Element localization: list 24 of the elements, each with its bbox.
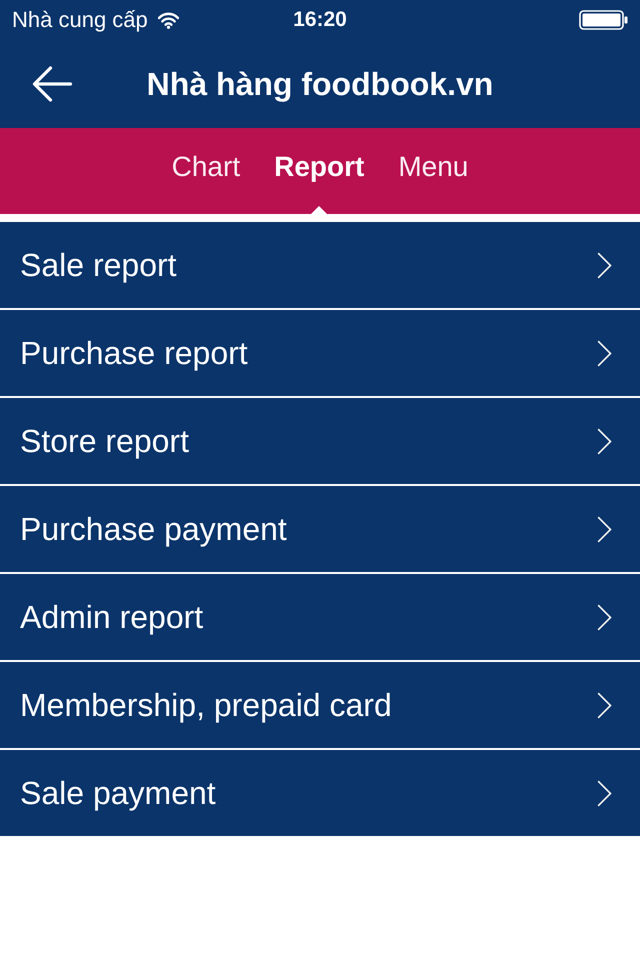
menu-row[interactable]: Sale report [0, 222, 640, 308]
carrier-name: Nhà cung cấp [12, 7, 148, 33]
battery-icon [579, 10, 628, 30]
chevron-right-icon [597, 428, 612, 454]
menu-row[interactable]: Admin report [0, 574, 640, 660]
tab[interactable]: Report [273, 128, 366, 214]
menu-row[interactable]: Store report [0, 398, 640, 484]
menu-row[interactable]: Sale payment [0, 750, 640, 836]
wifi-icon [158, 12, 179, 28]
selection-pointer-icon [311, 206, 328, 214]
back-arrow-icon [32, 66, 72, 102]
menu-row[interactable]: Purchase payment [0, 486, 640, 572]
page-title: Nhà hàng foodbook.vn [146, 66, 494, 102]
tab[interactable]: Chart [170, 128, 242, 214]
menu-row[interactable]: Purchase report [0, 310, 640, 396]
chevron-right-icon [597, 604, 612, 630]
chevron-right-icon [597, 780, 612, 806]
menu-row[interactable]: Membership, prepaid card [0, 662, 640, 748]
chevron-right-icon [597, 692, 612, 718]
status-time: 16:20 [293, 8, 347, 32]
chevron-right-icon [597, 252, 612, 278]
tab[interactable]: Menu [397, 128, 470, 214]
chevron-right-icon [597, 516, 612, 542]
chevron-right-icon [597, 340, 612, 366]
